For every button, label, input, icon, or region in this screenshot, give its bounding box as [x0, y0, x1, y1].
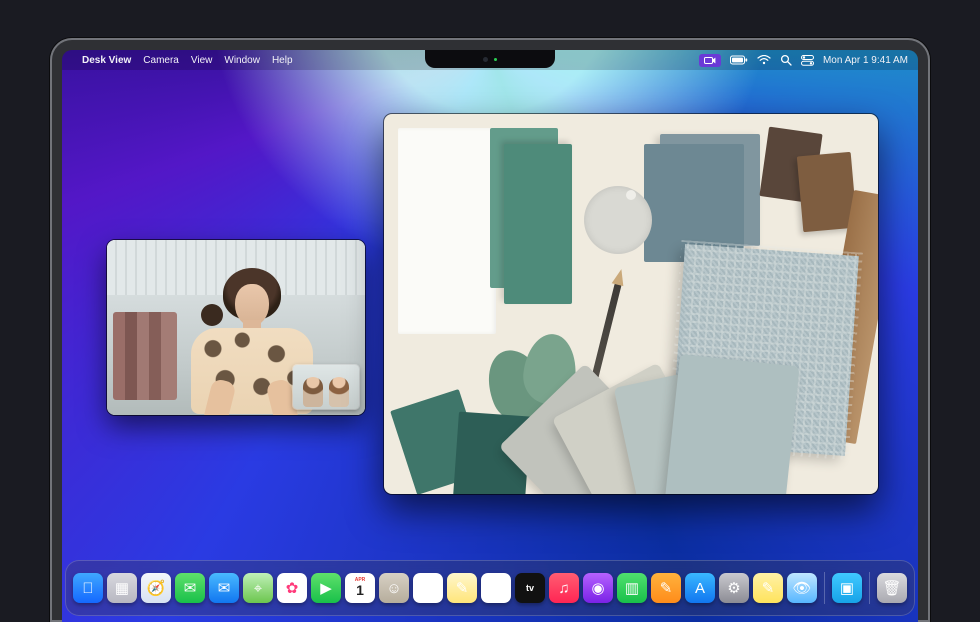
dock-separator	[869, 572, 870, 604]
dock-app-settings[interactable]: ⚙	[719, 573, 749, 603]
desktop: Desk View Camera View Window Help	[62, 50, 918, 622]
app-menu[interactable]: Desk View	[82, 55, 131, 66]
menu-camera[interactable]: Camera	[143, 55, 179, 66]
dock-app-numbers[interactable]: ▥	[617, 573, 647, 603]
battery-icon[interactable]	[730, 55, 748, 65]
camera-led	[494, 58, 497, 61]
desk-view-window[interactable]	[384, 114, 878, 494]
dock-app-finder[interactable]: 􀎞	[73, 573, 103, 603]
dock-app-messages[interactable]: ✉	[175, 573, 205, 603]
menubar-clock[interactable]: Mon Apr 1 9:41 AM	[823, 55, 908, 66]
menu-window[interactable]: Window	[224, 55, 260, 66]
status-area: Mon Apr 1 9:41 AM	[699, 54, 908, 67]
dock-app-tv[interactable]: tv	[515, 573, 545, 603]
dock-app-music[interactable]: ♫	[549, 573, 579, 603]
dock-app-photos[interactable]: ✿	[277, 573, 307, 603]
facetime-participants-thumbnail[interactable]	[293, 365, 359, 409]
dock: 􀎞▦🧭✉✉⌖✿▶APR1☺☑✎✐tv♫◉▥✎A⚙✎👁▣🗑	[65, 560, 915, 616]
display-notch	[425, 50, 555, 68]
dock-app-safari[interactable]: 🧭	[141, 573, 171, 603]
dock-app-notes[interactable]: ✎	[447, 573, 477, 603]
dock-app-stickies[interactable]: ✎	[753, 573, 783, 603]
pip-participant	[329, 377, 349, 407]
dock-separator	[824, 572, 825, 604]
spotlight-icon[interactable]	[780, 54, 792, 66]
teal-swatch	[504, 144, 572, 304]
dock-app-mail[interactable]: ✉	[209, 573, 239, 603]
dock-app-contacts[interactable]: ☺	[379, 573, 409, 603]
menu-view[interactable]: View	[191, 55, 213, 66]
dock-app-desk-view-app[interactable]: ▣	[832, 573, 862, 603]
pip-participant	[303, 377, 323, 407]
dock-app-preview[interactable]: 👁	[787, 573, 817, 603]
control-center-icon[interactable]	[801, 55, 814, 66]
stone-disc	[584, 186, 652, 254]
clothing-rack	[113, 312, 177, 400]
dock-app-reminders[interactable]: ☑	[413, 573, 443, 603]
fan-swatch	[664, 354, 799, 494]
facetime-window[interactable]	[107, 240, 365, 415]
white-card	[398, 128, 496, 334]
laptop-frame: Desk View Camera View Window Help	[50, 38, 930, 622]
dock-app-calendar[interactable]: APR1	[345, 573, 375, 603]
dock-app-launchpad[interactable]: ▦	[107, 573, 137, 603]
dock-trash[interactable]: 🗑	[877, 573, 907, 603]
dock-app-freeform[interactable]: ✐	[481, 573, 511, 603]
dock-app-facetime[interactable]: ▶	[311, 573, 341, 603]
continuity-camera-icon[interactable]	[699, 54, 721, 67]
dock-app-pages[interactable]: ✎	[651, 573, 681, 603]
dock-app-appstore[interactable]: A	[685, 573, 715, 603]
camera-dot	[483, 57, 488, 62]
wifi-icon[interactable]	[757, 55, 771, 65]
dock-app-podcasts[interactable]: ◉	[583, 573, 613, 603]
menu-help[interactable]: Help	[272, 55, 293, 66]
dock-app-maps[interactable]: ⌖	[243, 573, 273, 603]
